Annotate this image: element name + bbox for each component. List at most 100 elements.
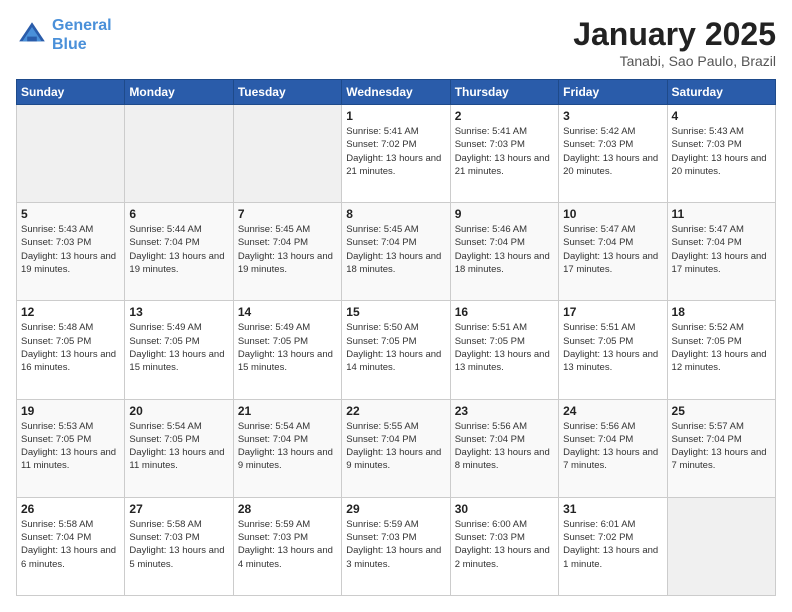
table-row: 4 Sunrise: 5:43 AM Sunset: 7:03 PM Daylig… [667,105,775,203]
logo-text: General Blue [52,16,112,54]
day-info: Sunrise: 5:49 AM Sunset: 7:05 PM Dayligh… [238,321,337,374]
logo-blue: Blue [52,36,87,53]
day-number: 1 [346,109,445,123]
day-info: Sunrise: 5:57 AM Sunset: 7:04 PM Dayligh… [672,420,771,473]
table-row: 30Sunrise: 6:00 AM Sunset: 7:03 PM Dayli… [450,497,558,595]
table-row: 19 Sunrise: 5:53 AM Sunset: 7:05 PM Dayli… [17,399,125,497]
day-info: Sunrise: 5:48 AM Sunset: 7:05 PM Dayligh… [21,321,120,374]
day-info: Sunrise: 5:41 AM Sunset: 7:02 PM Dayligh… [346,125,445,178]
day-number: 15 [346,305,445,319]
day-info: Sunrise: 5:52 AM Sunset: 7:05 PM Dayligh… [672,321,771,374]
calendar-subtitle: Tanabi, Sao Paulo, Brazil [573,53,776,69]
day-number: 12 [21,305,120,319]
day-number: 9 [455,207,554,221]
table-row: 10Sunrise: 5:47 AM Sunset: 7:04 PM Dayli… [559,203,667,301]
day-number: 10 [563,207,662,221]
day-number: 8 [346,207,445,221]
table-row: 1 Sunrise: 5:41 AM Sunset: 7:02 PM Daylig… [342,105,450,203]
day-info: Sunrise: 5:58 AM Sunset: 7:03 PM Dayligh… [129,518,228,571]
day-info: Sunrise: 5:54 AM Sunset: 7:05 PM Dayligh… [129,420,228,473]
header-friday: Friday [559,80,667,105]
day-number: 5 [21,207,120,221]
day-info: Sunrise: 5:45 AM Sunset: 7:04 PM Dayligh… [238,223,337,276]
table-row: 3Sunrise: 5:42 AM Sunset: 7:03 PM Daylig… [559,105,667,203]
table-row: 14Sunrise: 5:49 AM Sunset: 7:05 PM Dayli… [233,301,341,399]
table-row: 20 Sunrise: 5:54 AM Sunset: 7:05 PM Dayli… [125,399,233,497]
day-info: Sunrise: 6:01 AM Sunset: 7:02 PM Dayligh… [563,518,662,571]
day-info: Sunrise: 5:50 AM Sunset: 7:05 PM Dayligh… [346,321,445,374]
table-row: 16 Sunrise: 5:51 AM Sunset: 7:05 PM Dayli… [450,301,558,399]
page: General Blue January 2025 Tanabi, Sao Pa… [0,0,792,612]
day-number: 23 [455,404,554,418]
table-row: 5 Sunrise: 5:43 AM Sunset: 7:03 PM Daylig… [17,203,125,301]
day-info: Sunrise: 5:43 AM Sunset: 7:03 PM Dayligh… [21,223,120,276]
table-row: 17Sunrise: 5:51 AM Sunset: 7:05 PM Dayli… [559,301,667,399]
day-number: 17 [563,305,662,319]
day-info: Sunrise: 5:42 AM Sunset: 7:03 PM Dayligh… [563,125,662,178]
table-row [667,497,775,595]
header-wednesday: Wednesday [342,80,450,105]
header-saturday: Saturday [667,80,775,105]
day-number: 7 [238,207,337,221]
day-number: 22 [346,404,445,418]
day-number: 24 [563,404,662,418]
calendar-table: Sunday Monday Tuesday Wednesday Thursday… [16,79,776,596]
table-row: 22 Sunrise: 5:55 AM Sunset: 7:04 PM Dayli… [342,399,450,497]
day-info: Sunrise: 5:47 AM Sunset: 7:04 PM Dayligh… [672,223,771,276]
day-number: 20 [129,404,228,418]
day-number: 16 [455,305,554,319]
day-info: Sunrise: 5:46 AM Sunset: 7:04 PM Dayligh… [455,223,554,276]
day-number: 2 [455,109,554,123]
day-number: 27 [129,502,228,516]
table-row: 18 Sunrise: 5:52 AM Sunset: 7:05 PM Dayli… [667,301,775,399]
header-sunday: Sunday [17,80,125,105]
day-info: Sunrise: 5:54 AM Sunset: 7:04 PM Dayligh… [238,420,337,473]
day-info: Sunrise: 5:58 AM Sunset: 7:04 PM Dayligh… [21,518,120,571]
table-row: 11Sunrise: 5:47 AM Sunset: 7:04 PM Dayli… [667,203,775,301]
day-number: 4 [672,109,771,123]
day-info: Sunrise: 6:00 AM Sunset: 7:03 PM Dayligh… [455,518,554,571]
day-info: Sunrise: 5:56 AM Sunset: 7:04 PM Dayligh… [455,420,554,473]
day-info: Sunrise: 5:56 AM Sunset: 7:04 PM Dayligh… [563,420,662,473]
week-row-0: 1 Sunrise: 5:41 AM Sunset: 7:02 PM Daylig… [17,105,776,203]
week-row-2: 12 Sunrise: 5:48 AM Sunset: 7:05 PM Dayli… [17,301,776,399]
table-row: 2 Sunrise: 5:41 AM Sunset: 7:03 PM Daylig… [450,105,558,203]
day-info: Sunrise: 5:45 AM Sunset: 7:04 PM Dayligh… [346,223,445,276]
header-thursday: Thursday [450,80,558,105]
day-number: 13 [129,305,228,319]
day-info: Sunrise: 5:55 AM Sunset: 7:04 PM Dayligh… [346,420,445,473]
table-row: 6 Sunrise: 5:44 AM Sunset: 7:04 PM Daylig… [125,203,233,301]
day-info: Sunrise: 5:59 AM Sunset: 7:03 PM Dayligh… [346,518,445,571]
table-row [233,105,341,203]
day-number: 18 [672,305,771,319]
logo: General Blue [16,16,112,54]
day-number: 6 [129,207,228,221]
day-info: Sunrise: 5:41 AM Sunset: 7:03 PM Dayligh… [455,125,554,178]
table-row: 15 Sunrise: 5:50 AM Sunset: 7:05 PM Dayli… [342,301,450,399]
table-row: 26 Sunrise: 5:58 AM Sunset: 7:04 PM Dayli… [17,497,125,595]
day-info: Sunrise: 5:53 AM Sunset: 7:05 PM Dayligh… [21,420,120,473]
weekday-header-row: Sunday Monday Tuesday Wednesday Thursday… [17,80,776,105]
title-block: January 2025 Tanabi, Sao Paulo, Brazil [573,16,776,69]
table-row: 21Sunrise: 5:54 AM Sunset: 7:04 PM Dayli… [233,399,341,497]
table-row: 7 Sunrise: 5:45 AM Sunset: 7:04 PM Daylig… [233,203,341,301]
table-row: 28Sunrise: 5:59 AM Sunset: 7:03 PM Dayli… [233,497,341,595]
day-number: 28 [238,502,337,516]
table-row [125,105,233,203]
table-row: 29 Sunrise: 5:59 AM Sunset: 7:03 PM Dayli… [342,497,450,595]
day-info: Sunrise: 5:44 AM Sunset: 7:04 PM Dayligh… [129,223,228,276]
table-row: 31 Sunrise: 6:01 AM Sunset: 7:02 PM Dayli… [559,497,667,595]
day-number: 29 [346,502,445,516]
header-monday: Monday [125,80,233,105]
day-number: 19 [21,404,120,418]
day-number: 31 [563,502,662,516]
table-row: 12 Sunrise: 5:48 AM Sunset: 7:05 PM Dayli… [17,301,125,399]
table-row: 24 Sunrise: 5:56 AM Sunset: 7:04 PM Dayli… [559,399,667,497]
day-number: 26 [21,502,120,516]
day-info: Sunrise: 5:51 AM Sunset: 7:05 PM Dayligh… [455,321,554,374]
day-number: 25 [672,404,771,418]
day-info: Sunrise: 5:49 AM Sunset: 7:05 PM Dayligh… [129,321,228,374]
header-tuesday: Tuesday [233,80,341,105]
table-row: 23 Sunrise: 5:56 AM Sunset: 7:04 PM Dayli… [450,399,558,497]
day-info: Sunrise: 5:43 AM Sunset: 7:03 PM Dayligh… [672,125,771,178]
